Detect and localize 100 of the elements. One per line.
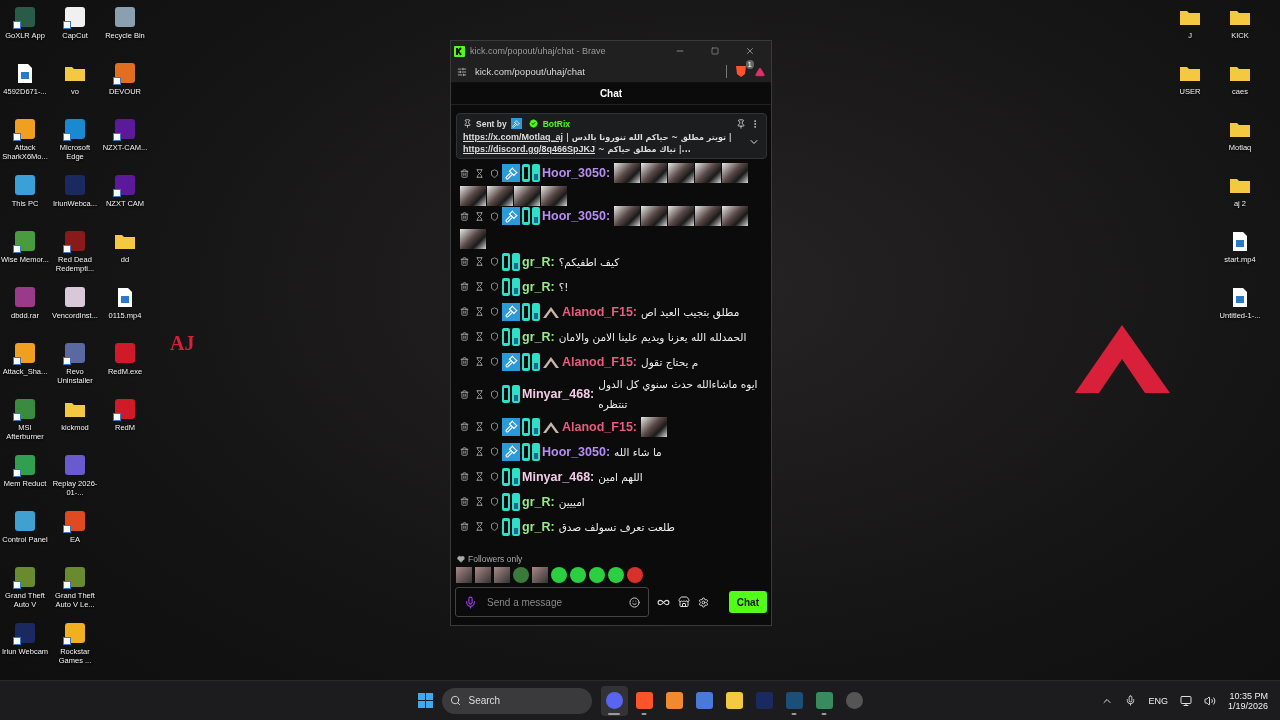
timeout-icon[interactable] bbox=[475, 257, 484, 266]
search-input[interactable]: Search bbox=[466, 694, 584, 707]
k-logo-icon bbox=[454, 45, 465, 57]
chat-username[interactable]: Hoor_3050: bbox=[542, 209, 611, 223]
chat-username[interactable]: gr_R: bbox=[522, 494, 555, 509]
video-file-icon bbox=[17, 62, 33, 84]
shield-icon[interactable] bbox=[490, 497, 499, 506]
maximize-icon[interactable] bbox=[711, 47, 719, 55]
delete-icon[interactable] bbox=[460, 522, 469, 531]
microphone-icon[interactable] bbox=[1125, 695, 1137, 706]
shield-icon[interactable] bbox=[490, 472, 499, 481]
shield-icon[interactable] bbox=[490, 522, 499, 531]
window-title: kick.com/popout/uhaj/chat - Brave bbox=[470, 46, 607, 56]
timeout-icon[interactable] bbox=[475, 472, 484, 481]
timeout-icon[interactable] bbox=[475, 422, 484, 431]
pinned-link[interactable]: https://discord.gg/8q466SpJKJ bbox=[463, 144, 596, 154]
emote-button[interactable] bbox=[589, 567, 605, 583]
folder-icon bbox=[1179, 64, 1201, 82]
shield-icon[interactable] bbox=[490, 307, 499, 316]
timeout-icon[interactable] bbox=[475, 497, 484, 506]
shield-icon[interactable] bbox=[490, 447, 499, 456]
taskbar-app-button[interactable] bbox=[600, 685, 628, 716]
delete-icon[interactable] bbox=[460, 257, 469, 266]
chat-username[interactable]: Hoor_3050: bbox=[542, 444, 611, 459]
delete-icon[interactable] bbox=[460, 168, 469, 178]
shield-icon[interactable] bbox=[490, 389, 499, 399]
delete-icon[interactable] bbox=[460, 447, 469, 456]
video-file-icon bbox=[117, 286, 133, 308]
shield-icon[interactable] bbox=[490, 211, 499, 221]
shield-icon[interactable] bbox=[490, 422, 499, 431]
clock-date[interactable]: 1/19/2026 bbox=[1227, 700, 1268, 711]
hammer-badge-icon bbox=[510, 118, 522, 129]
chat-username[interactable]: Alanod_F15: bbox=[562, 419, 637, 434]
language-indicator[interactable]: ENG bbox=[1148, 695, 1168, 706]
timeout-icon[interactable] bbox=[475, 357, 484, 366]
delete-icon[interactable] bbox=[460, 497, 469, 506]
lion-shield-icon[interactable] bbox=[735, 65, 747, 78]
emote-button[interactable] bbox=[551, 567, 567, 583]
unpin-icon[interactable] bbox=[736, 118, 746, 129]
webcam-app-icon bbox=[755, 692, 773, 709]
delete-icon[interactable] bbox=[460, 282, 469, 291]
folder-icon bbox=[1179, 8, 1201, 26]
chat-username[interactable]: Hoor_3050: bbox=[542, 166, 611, 180]
emote-button[interactable] bbox=[570, 567, 586, 583]
timeout-icon[interactable] bbox=[475, 389, 484, 399]
network-icon[interactable] bbox=[1179, 694, 1192, 707]
hammer-badge-icon bbox=[502, 207, 520, 225]
chat-username[interactable]: gr_R: bbox=[522, 329, 555, 344]
blocky-badge-icon bbox=[522, 417, 540, 436]
delete-icon[interactable] bbox=[460, 357, 469, 366]
delete-icon[interactable] bbox=[460, 332, 469, 341]
delete-icon[interactable] bbox=[460, 211, 469, 221]
delete-icon[interactable] bbox=[460, 472, 469, 481]
delete-icon[interactable] bbox=[460, 389, 469, 399]
address-field[interactable]: kick.com/popout/uhaj/chat bbox=[475, 66, 718, 77]
send-chat-button[interactable]: Chat bbox=[728, 591, 767, 613]
timeout-icon[interactable] bbox=[475, 211, 484, 221]
blocky-badge-icon bbox=[522, 302, 540, 321]
message-input[interactable]: Send a message bbox=[485, 595, 621, 609]
shield-icon[interactable] bbox=[490, 257, 499, 266]
search-field[interactable]: Search bbox=[441, 687, 592, 714]
shield-icon[interactable] bbox=[490, 332, 499, 341]
chat-username[interactable]: Alanod_F15: bbox=[562, 304, 637, 319]
emoji-icon[interactable] bbox=[629, 596, 640, 608]
clock-time[interactable]: 10:35 PM bbox=[1229, 690, 1268, 701]
shield-icon[interactable] bbox=[490, 282, 499, 291]
message-field[interactable]: Send a message bbox=[455, 587, 649, 617]
timeout-icon[interactable] bbox=[475, 447, 484, 456]
shield-icon[interactable] bbox=[490, 357, 499, 366]
microphone-icon[interactable] bbox=[464, 595, 477, 609]
hammer-badge-icon bbox=[502, 417, 520, 436]
site-settings-icon[interactable] bbox=[457, 66, 467, 77]
emote-image bbox=[614, 163, 641, 183]
shield-icon[interactable] bbox=[490, 168, 499, 178]
emote-image bbox=[514, 186, 540, 206]
store-button[interactable] bbox=[678, 596, 690, 608]
folder-app-icon bbox=[725, 692, 743, 709]
pinned-author: BotRix bbox=[542, 118, 572, 129]
timeout-icon[interactable] bbox=[475, 168, 484, 178]
pinned-message-text: ~ تياك مطلق حياكم |... bbox=[598, 144, 691, 154]
volume-icon[interactable] bbox=[1203, 694, 1216, 707]
delete-icon[interactable] bbox=[460, 307, 469, 316]
chat-username[interactable]: Minyar_468: bbox=[522, 469, 595, 484]
close-icon[interactable] bbox=[745, 46, 755, 56]
timeout-icon[interactable] bbox=[475, 522, 484, 531]
chat-username[interactable]: Minyar_468: bbox=[522, 387, 595, 401]
triangle-icon[interactable] bbox=[755, 66, 765, 77]
timeout-icon[interactable] bbox=[475, 332, 484, 341]
timeout-icon[interactable] bbox=[475, 282, 484, 291]
chat-message-text: ما شاء الله bbox=[614, 444, 663, 460]
timeout-icon[interactable] bbox=[475, 307, 484, 316]
emote-button[interactable] bbox=[627, 567, 643, 583]
pinned-link[interactable]: https://x.com/Motlaq_aj bbox=[463, 132, 563, 142]
settings-button[interactable] bbox=[698, 596, 709, 608]
chat-username[interactable]: gr_R: bbox=[522, 519, 555, 534]
chat-username[interactable]: gr_R: bbox=[522, 279, 555, 294]
delete-icon[interactable] bbox=[460, 422, 469, 431]
chat-username[interactable]: gr_R: bbox=[522, 254, 555, 269]
chat-username[interactable]: Alanod_F15: bbox=[562, 354, 637, 369]
emote-button[interactable] bbox=[608, 567, 624, 583]
